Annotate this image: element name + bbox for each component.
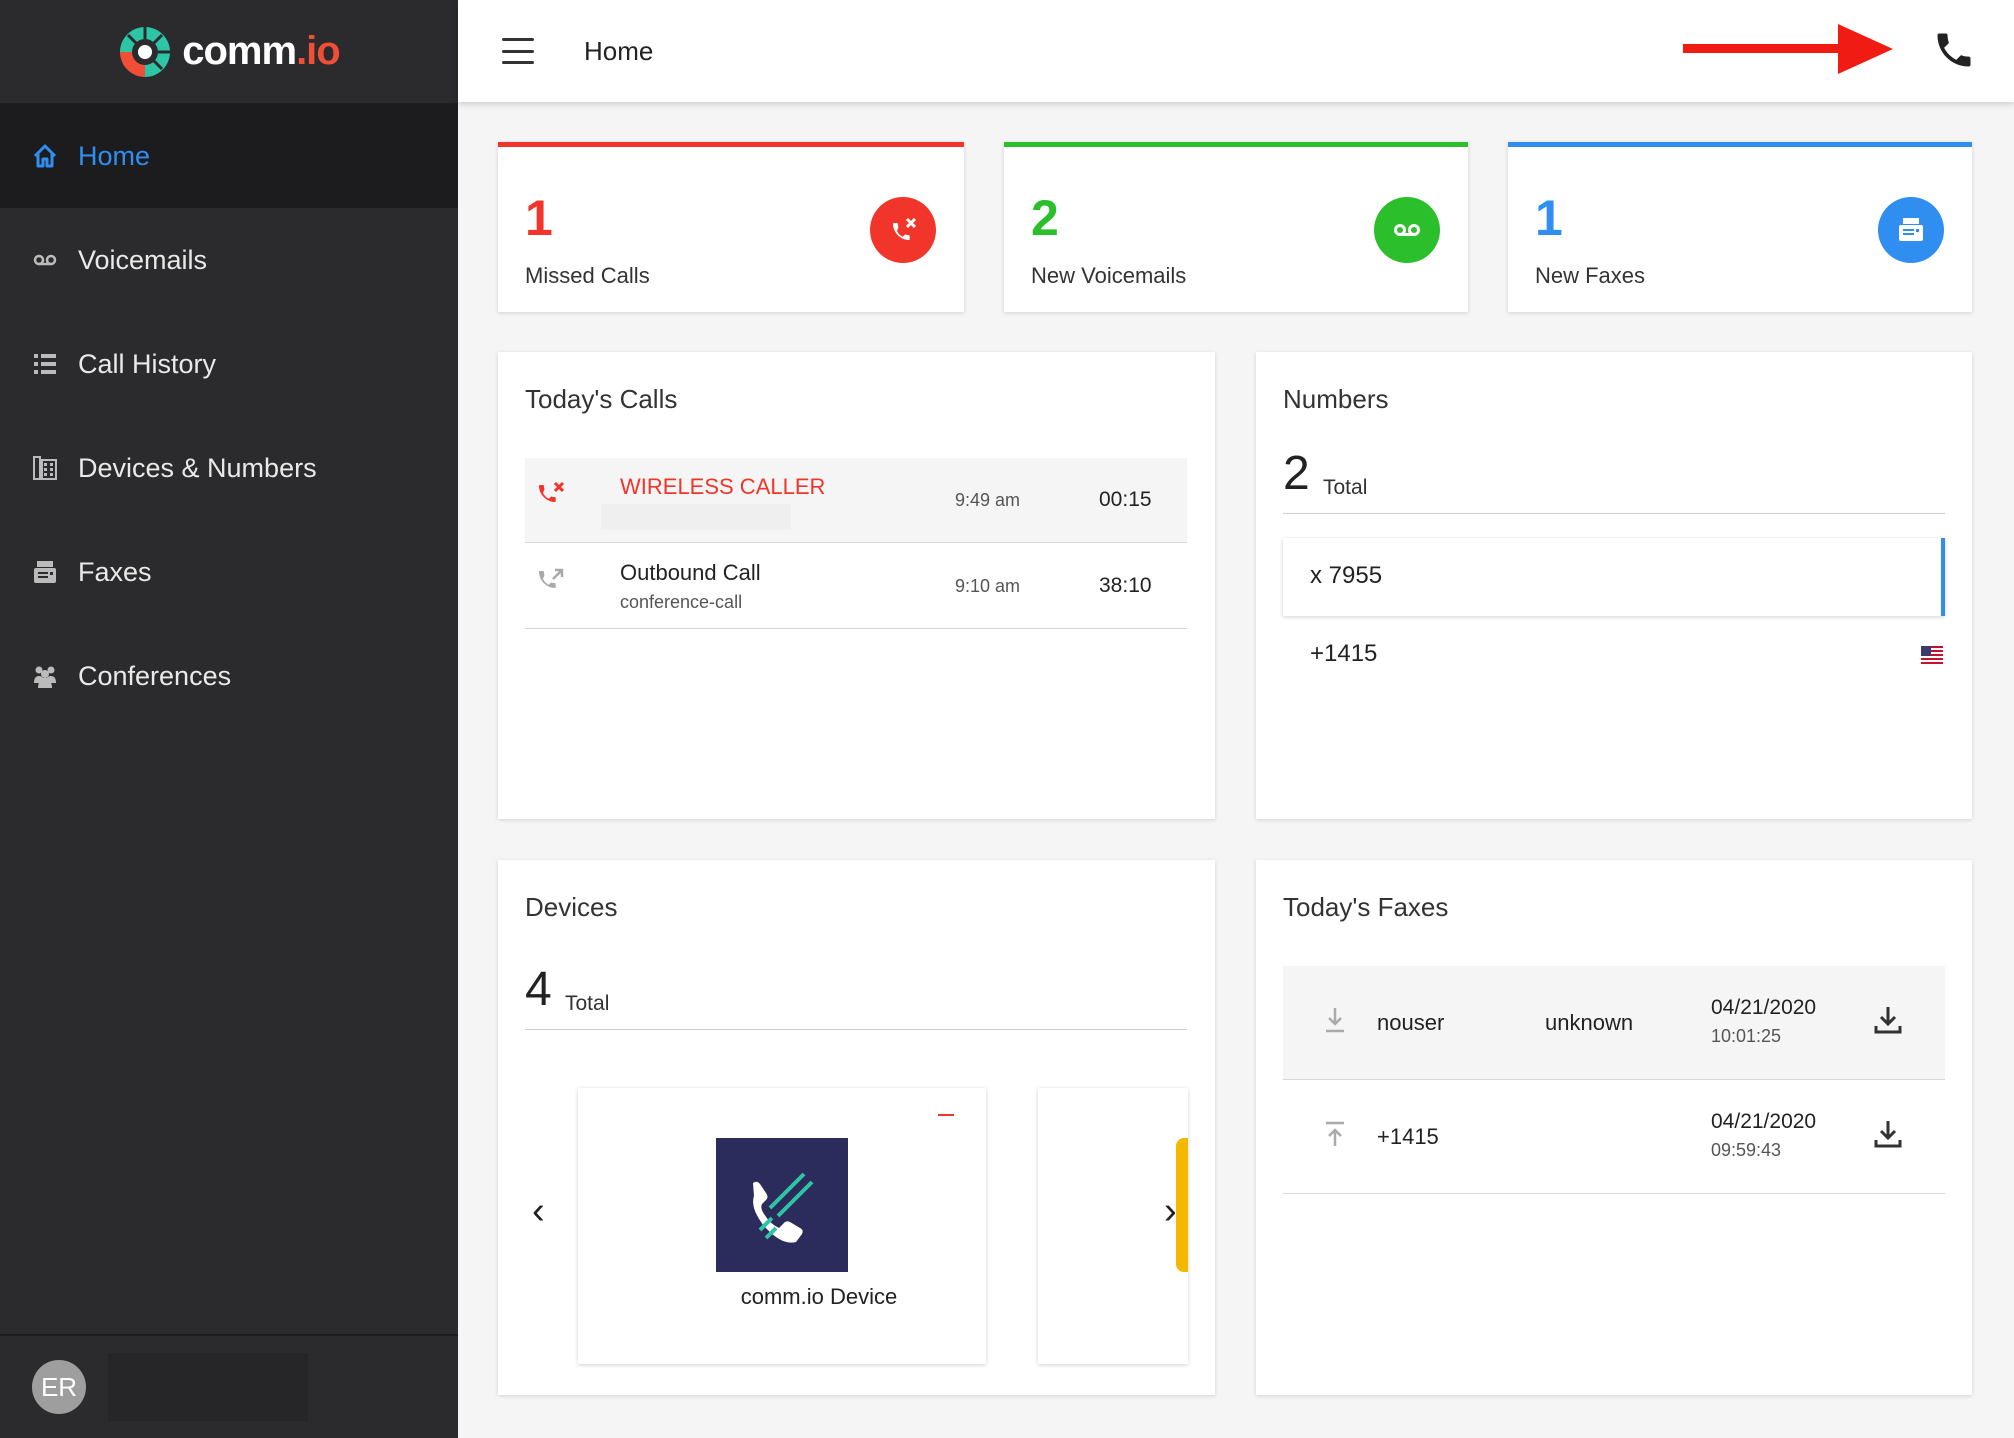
missed-calls-label: Missed Calls [525,263,650,288]
carousel-next-button[interactable]: › [1164,1190,1177,1233]
numbers-panel: Numbers 2 Total x 7955 +1415 [1256,352,1972,819]
call-duration: 38:10 [1099,574,1152,597]
new-faxes-label: New Faxes [1535,263,1646,288]
sidebar-item-label: Conferences [78,660,232,691]
devices-icon [32,455,58,481]
fax-from: nouser [1377,1010,1445,1035]
todays-calls-title: Today's Calls [525,384,678,414]
todays-faxes-title: Today's Faxes [1283,892,1449,922]
missed-calls-card[interactable]: 1 Missed Calls [498,142,964,312]
logo-text: comm.io [182,29,340,73]
hamburger-menu-icon[interactable] [502,38,534,64]
numbers-total-label: Total [1323,476,1368,499]
sidebar-nav: Home Voicemails Call History Devices & N… [0,104,458,728]
voicemail-icon [32,247,58,273]
fax-row[interactable]: +1415 04/21/2020 09:59:43 [1283,1080,1945,1194]
new-faxes-card[interactable]: 1 New Faxes [1508,142,1972,312]
incoming-fax-icon [1326,1008,1344,1033]
top-header: Home [458,0,2014,102]
numbers-total-count: 2 [1283,447,1310,500]
user-footer: ER [0,1334,458,1438]
todays-calls-panel: Today's Calls WIRELESS CALLER 9:49 am 00… [498,352,1215,819]
sidebar-item-devices-numbers[interactable]: Devices & Numbers [0,416,458,520]
avatar[interactable]: ER [32,1360,86,1414]
devices-total-count: 4 [525,963,552,1016]
numbers-title: Numbers [1283,384,1389,414]
call-row[interactable]: Outbound Call conference-call 9:10 am 38… [525,544,1187,629]
devices-title: Devices [525,892,618,922]
sidebar-item-voicemails[interactable]: Voicemails [0,208,458,312]
devices-total-label: Total [565,992,610,1015]
page-title: Home [584,35,654,66]
caller-name: Outbound Call [620,560,761,585]
phone-icon[interactable] [1932,28,1976,72]
fax-from: +1415 [1377,1124,1439,1149]
new-voicemails-label: New Voicemails [1031,263,1187,288]
fax-time: 10:01:25 [1711,1026,1782,1046]
sidebar-item-label: Voicemails [78,244,208,275]
sidebar: comm.io Home Voicemails Call History Dev… [0,0,458,1438]
caller-sub: conference-call [620,592,743,612]
missed-call-icon [870,197,936,263]
caller-name: WIRELESS CALLER [620,474,826,499]
fax-date: 04/21/2020 [1711,996,1817,1019]
new-voicemails-card[interactable]: 2 New Voicemails [1004,142,1468,312]
call-time: 9:10 am [955,576,1021,596]
logo[interactable]: comm.io [0,0,458,104]
red-arrow-annotation [1683,24,1893,74]
download-icon[interactable] [1873,1118,1903,1150]
fax-icon [1878,197,1944,263]
sidebar-item-home[interactable]: Home [0,104,458,208]
new-faxes-count: 1 [1535,190,1563,246]
conference-icon [32,663,58,689]
fax-date: 04/21/2020 [1711,1110,1817,1133]
missed-call-icon [539,481,565,502]
list-icon [32,351,58,377]
redacted-number [601,504,791,530]
home-icon [32,143,58,169]
call-duration: 00:15 [1099,488,1152,511]
missed-calls-count: 1 [525,190,553,246]
download-icon[interactable] [1873,1004,1903,1036]
sidebar-item-label: Devices & Numbers [78,452,317,483]
number-row[interactable]: x 7955 [1283,538,1945,616]
fax-time: 09:59:43 [1711,1140,1782,1160]
todays-faxes-panel: Today's Faxes nouser unknown 04/21/2020 … [1256,860,1972,1395]
device-label: comm.io Device [740,1284,898,1309]
sidebar-item-label: Call History [78,348,217,379]
us-flag-icon [1921,646,1943,666]
call-row[interactable]: WIRELESS CALLER 9:49 am 00:15 [525,458,1187,543]
sidebar-item-call-history[interactable]: Call History [0,312,458,416]
sidebar-item-conferences[interactable]: Conferences [0,624,458,728]
new-voicemails-count: 2 [1031,190,1059,246]
device-logo-partial [1176,1138,1188,1272]
number-row[interactable]: +1415 [1283,616,1945,694]
number-value: +1415 [1310,640,1378,667]
user-info-redacted [108,1353,308,1421]
sidebar-item-label: Home [78,140,151,171]
device-logo-icon [716,1138,848,1272]
sidebar-item-label: Faxes [78,556,152,587]
voicemail-icon [1374,197,1440,263]
logo-icon [120,26,171,77]
fax-icon [32,559,58,585]
fax-row[interactable]: nouser unknown 04/21/2020 10:01:25 [1283,966,1945,1080]
remove-device-icon[interactable] [938,1114,954,1116]
number-value: x 7955 [1310,562,1383,589]
device-card[interactable]: comm.io Device [578,1088,986,1364]
carousel-prev-button[interactable]: ‹ [532,1190,545,1233]
numbers-total: 2 Total [1283,444,1945,514]
devices-total: 4 Total [525,960,1187,1030]
sidebar-item-faxes[interactable]: Faxes [0,520,458,624]
outgoing-fax-icon [1326,1121,1344,1146]
outbound-call-icon [539,568,564,588]
fax-to: unknown [1545,1010,1634,1035]
call-time: 9:49 am [955,490,1021,510]
